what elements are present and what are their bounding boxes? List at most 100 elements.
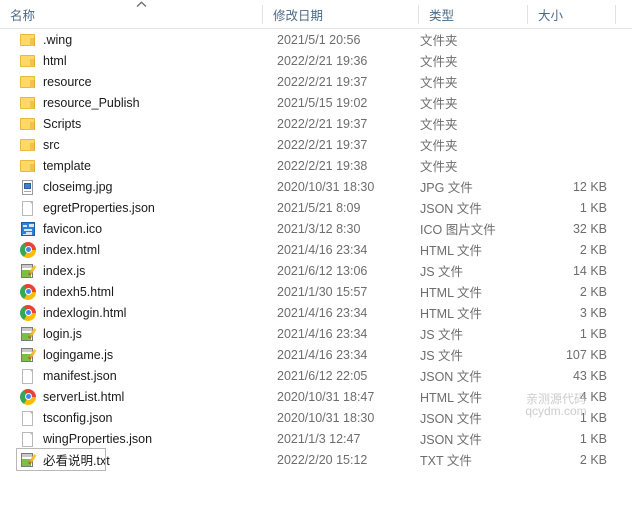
chrome-browser-icon	[20, 241, 36, 258]
file-name-label: index.js	[43, 263, 86, 278]
file-name-cell[interactable]: wingProperties.json	[20, 429, 152, 448]
file-name-cell[interactable]: egretProperties.json	[20, 198, 155, 217]
file-name-cell[interactable]: favicon.ico	[20, 219, 102, 238]
file-date-modified: 2020/10/31 18:30	[277, 410, 375, 425]
column-header-name[interactable]: 名称	[0, 0, 262, 29]
jpg-image-icon	[20, 179, 36, 195]
file-type: TXT 文件	[420, 454, 472, 468]
column-header-date-modified-label: 修改日期	[273, 9, 324, 23]
file-name-label: template	[43, 158, 91, 173]
file-row[interactable]: login.js 2021/4/16 23:34 JS 文件 1 KB	[0, 323, 632, 344]
file-name-cell[interactable]: src	[20, 135, 60, 154]
file-date-modified: 2021/6/12 22:05	[277, 368, 368, 383]
file-name-cell[interactable]: closeimg.jpg	[20, 177, 112, 196]
blank-document-icon	[20, 200, 36, 216]
column-header-type[interactable]: 类型	[419, 0, 527, 29]
file-date-modified: 2022/2/21 19:37	[277, 74, 368, 89]
blank-document-icon	[20, 410, 36, 426]
file-date-modified: 2022/2/21 19:37	[277, 137, 368, 152]
folder-icon	[20, 137, 36, 153]
file-date-modified: 2021/5/15 19:02	[277, 95, 368, 110]
file-date-modified: 2021/5/21 8:09	[277, 200, 361, 215]
file-type: 文件夹	[420, 118, 458, 132]
file-name-label: closeimg.jpg	[43, 179, 113, 194]
file-name-cell[interactable]: resource	[20, 72, 92, 91]
column-header-size-label: 大小	[538, 9, 564, 23]
file-name-cell[interactable]: .wing	[20, 30, 72, 49]
file-type: 文件夹	[420, 97, 458, 111]
file-row[interactable]: 必看说明.txt 2022/2/20 15:12 TXT 文件 2 KB	[0, 448, 632, 471]
column-divider-size[interactable]	[615, 5, 616, 24]
chrome-browser-icon	[20, 388, 36, 405]
file-name-cell[interactable]: serverList.html	[20, 387, 124, 406]
file-row[interactable]: manifest.json 2021/6/12 22:05 JSON 文件 43 KB	[0, 365, 632, 386]
file-row[interactable]: Scripts 2022/2/21 19:37 文件夹	[0, 113, 632, 134]
file-name-cell[interactable]: indexh5.html	[20, 282, 114, 301]
file-row[interactable]: html 2022/2/21 19:36 文件夹	[0, 50, 632, 71]
file-type: JSON 文件	[420, 433, 482, 447]
file-size: 107 KB	[565, 347, 607, 362]
file-name-label: egretProperties.json	[43, 200, 155, 215]
file-name-cell[interactable]: logingame.js	[20, 345, 113, 364]
file-row[interactable]: .wing 2021/5/1 20:56 文件夹	[0, 29, 632, 50]
file-name-cell[interactable]: resource_Publish	[20, 93, 140, 112]
file-type: 文件夹	[420, 34, 458, 48]
file-date-modified: 2022/2/21 19:37	[277, 116, 368, 131]
file-name-label: resource_Publish	[43, 95, 140, 110]
file-row[interactable]: egretProperties.json 2021/5/21 8:09 JSON 文…	[0, 197, 632, 218]
file-type: ICO 图片文件	[420, 223, 496, 237]
file-date-modified: 2022/2/20 15:12	[277, 452, 368, 467]
column-header-row: 名称 修改日期 类型 大小	[0, 0, 632, 29]
file-type: 文件夹	[420, 160, 458, 174]
file-date-modified: 2020/10/31 18:47	[277, 389, 375, 404]
file-row[interactable]: tsconfig.json 2020/10/31 18:30 JSON 文件 1 KB	[0, 407, 632, 428]
file-row[interactable]: logingame.js 2021/4/16 23:34 JS 文件 107 KB	[0, 344, 632, 365]
file-row[interactable]: resource 2022/2/21 19:37 文件夹	[0, 71, 632, 92]
file-size: 3 KB	[579, 305, 607, 320]
file-type: JPG 文件	[420, 181, 473, 195]
file-row[interactable]: indexh5.html 2021/1/30 15:57 HTML 文件 2 KB	[0, 281, 632, 302]
file-row[interactable]: resource_Publish 2021/5/15 19:02 文件夹	[0, 92, 632, 113]
file-name-cell[interactable]: login.js	[20, 324, 82, 343]
file-date-modified: 2021/6/12 13:06	[277, 263, 368, 278]
file-size: 4 KB	[579, 389, 607, 404]
file-name-cell[interactable]: manifest.json	[20, 366, 117, 385]
file-row[interactable]: index.js 2021/6/12 13:06 JS 文件 14 KB	[0, 260, 632, 281]
file-row[interactable]: indexlogin.html 2021/4/16 23:34 HTML 文件 3 K…	[0, 302, 632, 323]
file-type: 文件夹	[420, 139, 458, 153]
column-header-size[interactable]: 大小	[528, 0, 615, 29]
file-row[interactable]: serverList.html 2020/10/31 18:47 HTML 文件 4 …	[0, 386, 632, 407]
file-name-cell[interactable]: tsconfig.json	[20, 408, 112, 427]
file-row[interactable]: favicon.ico 2021/3/12 8:30 ICO 图片文件 32 KB	[0, 218, 632, 239]
file-size: 1 KB	[579, 326, 607, 341]
file-type: JS 文件	[420, 328, 464, 342]
blank-document-icon	[20, 431, 36, 447]
file-date-modified: 2021/5/1 20:56	[277, 32, 361, 47]
file-name-cell[interactable]: index.html	[20, 240, 100, 259]
file-date-modified: 2021/4/16 23:34	[277, 242, 368, 257]
folder-icon	[20, 32, 36, 48]
file-type: HTML 文件	[420, 307, 483, 321]
file-row[interactable]: wingProperties.json 2021/1/3 12:47 JSON 文件…	[0, 428, 632, 449]
folder-icon	[20, 74, 36, 90]
file-size: 1 KB	[579, 410, 607, 425]
file-name-cell[interactable]: 必看说明.txt	[16, 448, 110, 471]
file-row[interactable]: index.html 2021/4/16 23:34 HTML 文件 2 KB	[0, 239, 632, 260]
file-name-cell[interactable]: html	[20, 51, 67, 70]
file-name-cell[interactable]: index.js	[20, 261, 85, 280]
file-type: JS 文件	[420, 349, 464, 363]
file-type: HTML 文件	[420, 286, 483, 300]
file-type: JSON 文件	[420, 412, 482, 426]
file-name-cell[interactable]: indexlogin.html	[20, 303, 126, 322]
chrome-browser-icon	[20, 283, 36, 300]
file-date-modified: 2021/4/16 23:34	[277, 326, 368, 341]
file-row[interactable]: src 2022/2/21 19:37 文件夹	[0, 134, 632, 155]
file-name-cell[interactable]: template	[20, 156, 91, 175]
file-size: 14 KB	[572, 263, 607, 278]
file-name-cell[interactable]: Scripts	[20, 114, 81, 133]
file-type: 文件夹	[420, 55, 458, 69]
file-row[interactable]: template 2022/2/21 19:38 文件夹	[0, 155, 632, 176]
file-row[interactable]: closeimg.jpg 2020/10/31 18:30 JPG 文件 12 KB	[0, 176, 632, 197]
file-explorer-list-view: 名称 修改日期 类型 大小 .wing 2021/5/1 20:56 文件夹 html…	[0, 0, 632, 531]
column-header-date-modified[interactable]: 修改日期	[263, 0, 418, 29]
